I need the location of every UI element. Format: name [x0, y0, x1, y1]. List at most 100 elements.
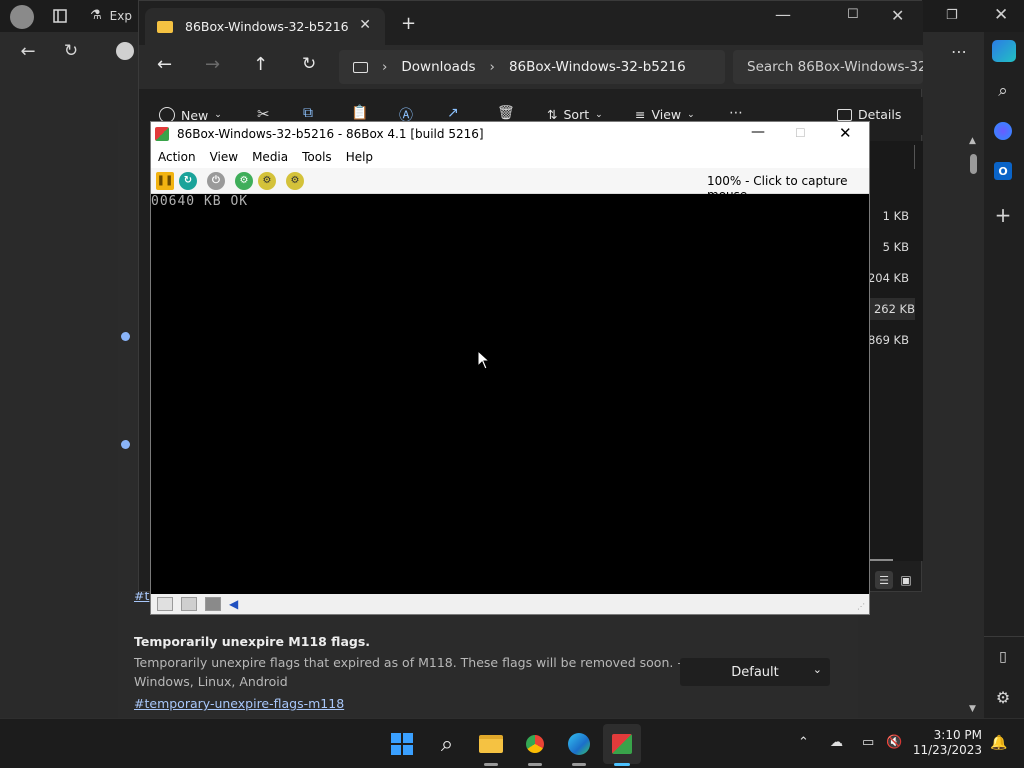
flask-icon: ⚗	[90, 8, 102, 23]
tab-close-icon[interactable]: ✕	[359, 17, 371, 33]
edge-taskbar-icon[interactable]	[561, 726, 597, 762]
floppy-drive-icon[interactable]	[157, 597, 173, 611]
onedrive-icon[interactable]: ☁	[830, 735, 843, 750]
share-icon[interactable]: ↗	[447, 105, 459, 121]
running-indicator	[528, 763, 542, 766]
more-options-icon[interactable]: ⋯	[729, 105, 743, 121]
86box-taskbar-icon[interactable]	[603, 724, 641, 764]
explorer-search-input[interactable]: Search 86Box-Windows-32-b5216	[733, 50, 923, 84]
emulator-screen[interactable]: 00640 KB OK	[151, 194, 869, 594]
start-windows-icon[interactable]	[384, 726, 420, 762]
chevron-right-icon: ›	[382, 59, 388, 75]
profile-avatar[interactable]	[10, 5, 34, 29]
refresh-icon[interactable]: ↻	[302, 54, 316, 74]
chevron-down-icon: ⌄	[812, 663, 822, 676]
breadcrumb-downloads[interactable]: Downloads	[401, 59, 475, 75]
minimize-icon[interactable]: —	[751, 124, 765, 140]
clock[interactable]: 3:10 PM 11/23/2023	[912, 728, 982, 758]
details-view-icon[interactable]: ☰	[875, 571, 893, 589]
edge-logo-icon	[116, 42, 134, 60]
network-icon[interactable]: ▭	[862, 735, 874, 750]
details-button[interactable]: Details	[837, 107, 901, 122]
minimize-icon[interactable]: —	[775, 5, 791, 24]
flag-dot	[121, 332, 130, 341]
resize-grip-icon[interactable]: ⋰	[857, 602, 865, 611]
flag-link[interactable]: #temporary-unexpire-flags-m118	[134, 696, 344, 711]
menu-help[interactable]: Help	[339, 150, 380, 164]
maximize-icon-disabled: ☐	[795, 126, 806, 140]
outlook-icon[interactable]: O	[994, 162, 1012, 180]
computer-icon	[353, 61, 368, 73]
edge-tab-title: Exp	[109, 8, 132, 23]
address-bar[interactable]: › Downloads › 86Box-Windows-32-b5216	[339, 50, 725, 84]
new-tab-button[interactable]: +	[401, 13, 416, 34]
paste-icon[interactable]: 📋	[351, 105, 368, 121]
sort-button[interactable]: ⇅ Sort ⌄	[547, 107, 603, 122]
sound-icon[interactable]: ◀	[229, 597, 245, 611]
scrollbar-thumb[interactable]	[970, 154, 977, 174]
details-pane-icon	[837, 108, 852, 121]
menu-media[interactable]: Media	[245, 150, 295, 164]
more-icon[interactable]: ⋯	[946, 38, 972, 64]
shopping-icon[interactable]	[994, 122, 1012, 140]
flag-select-value: Default	[731, 664, 779, 680]
ctrl-alt-del-icon[interactable]: ⚙	[235, 171, 253, 190]
breadcrumb-folder[interactable]: 86Box-Windows-32-b5216	[509, 59, 686, 75]
menu-tools[interactable]: Tools	[295, 150, 339, 164]
86box-app-icon	[155, 127, 169, 141]
edge-scrollbar[interactable]: ▲ ▼	[968, 136, 980, 716]
explorer-titlebar: 86Box-Windows-32-b5216 ✕ + — ☐ ✕	[139, 1, 923, 45]
chevron-down-icon: ⌄	[214, 110, 222, 120]
refresh-icon[interactable]: ↻	[58, 38, 84, 64]
back-icon[interactable]: ←	[15, 38, 41, 64]
back-icon[interactable]: ←	[157, 54, 172, 75]
explorer-close-icon[interactable]: ✕	[891, 6, 904, 25]
scroll-down-icon[interactable]: ▼	[969, 704, 976, 714]
scroll-up-icon[interactable]: ▲	[969, 136, 976, 146]
maximize-icon[interactable]: ☐	[847, 7, 859, 22]
sidebar-divider	[984, 636, 1024, 637]
menu-action[interactable]: Action	[151, 150, 203, 164]
search-placeholder: Search 86Box-Windows-32-b5216	[747, 59, 923, 75]
chrome-icon[interactable]	[517, 726, 553, 762]
explorer-tab-title: 86Box-Windows-32-b5216	[185, 19, 349, 34]
restore-icon[interactable]: ❐	[946, 8, 958, 23]
emulator-output-text: 00640 KB OK	[151, 194, 249, 209]
explorer-tab[interactable]: 86Box-Windows-32-b5216 ✕	[145, 8, 385, 45]
tab-actions-icon[interactable]	[47, 3, 73, 29]
edge-sidebar: ⌕ O + ▯ ⚙ ▲ ▼	[968, 32, 1024, 718]
flag-description-line2: Windows, Linux, Android	[134, 674, 288, 689]
tiles-view-icon[interactable]: ▣	[897, 571, 915, 589]
hard-reset-icon[interactable]: ↻	[179, 171, 197, 190]
file-explorer-taskbar-icon[interactable]	[473, 726, 509, 762]
settings-gear-icon[interactable]: ⚙	[990, 684, 1016, 710]
ctrl-alt-esc-icon[interactable]: ⚙	[258, 171, 276, 190]
settings-icon[interactable]: ⚙	[286, 171, 304, 190]
forward-icon[interactable]: →	[205, 54, 220, 75]
flag-title: Temporarily unexpire M118 flags.	[134, 634, 371, 649]
view-button[interactable]: ≡ View ⌄	[635, 107, 695, 122]
delete-icon[interactable]: 🗑	[497, 105, 515, 121]
copy-icon[interactable]: ⧉	[303, 105, 313, 121]
power-icon[interactable]: ⏻	[207, 171, 225, 190]
clock-date: 11/23/2023	[912, 743, 982, 757]
copilot-icon[interactable]	[992, 40, 1016, 62]
floppy-drive-icon[interactable]	[181, 597, 197, 611]
search-icon[interactable]: ⌕	[990, 78, 1016, 104]
menu-view[interactable]: View	[203, 150, 245, 164]
86box-close-icon[interactable]: ✕	[839, 124, 852, 142]
notification-bell-icon[interactable]: 🔔	[990, 735, 1007, 751]
chevron-up-icon[interactable]: ⌃	[798, 735, 809, 750]
search-icon[interactable]: ⌕	[429, 726, 465, 762]
edge-tab[interactable]: ⚗ Exp	[90, 8, 132, 23]
up-icon[interactable]: ↑	[253, 54, 268, 75]
edge-close-icon[interactable]: ✕	[994, 5, 1008, 25]
add-sidebar-icon[interactable]: +	[990, 202, 1016, 228]
volume-muted-icon[interactable]: 🔇	[886, 735, 902, 750]
flag-select[interactable]: Default ⌄	[680, 658, 830, 686]
mouse-cursor-icon	[477, 350, 489, 370]
pause-icon[interactable]: ❚❚	[156, 171, 174, 190]
split-screen-icon[interactable]: ▯	[990, 644, 1016, 670]
windows-taskbar: ⌕ ⌃ ☁ ▭ 🔇 3:10 PM 11/23/2023 🔔	[0, 718, 1024, 768]
hard-disk-icon[interactable]	[205, 597, 221, 611]
